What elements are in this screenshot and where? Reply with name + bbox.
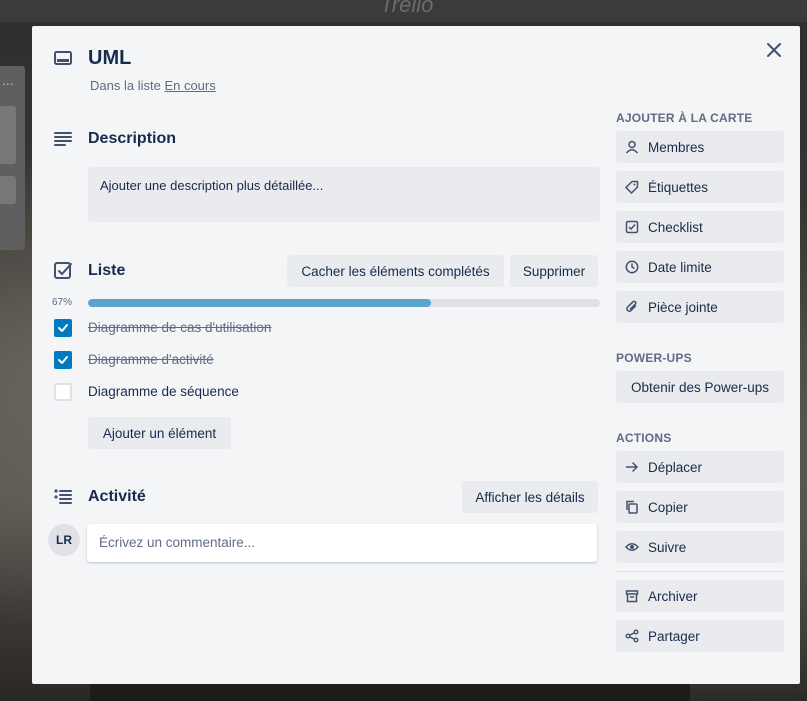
- share-label: Partager: [648, 628, 700, 644]
- description-icon: [52, 128, 74, 150]
- user-icon: [624, 139, 640, 155]
- checklist-progress-percent: 67%: [52, 297, 73, 308]
- checkbox-icon: [624, 219, 640, 235]
- checklist-progress-fill: [88, 299, 432, 307]
- board-background-bottom: [90, 684, 690, 701]
- copy-label: Copier: [648, 499, 688, 515]
- due-date-label: Date limite: [648, 259, 712, 275]
- comment-input[interactable]: Écrivez un commentaire...: [87, 524, 597, 562]
- move-button[interactable]: Déplacer: [616, 451, 784, 483]
- archive-button[interactable]: Archiver: [616, 580, 784, 612]
- delete-checklist-button[interactable]: Supprimer: [510, 255, 598, 287]
- list-menu-icon: ...: [2, 72, 14, 88]
- actions-divider: [616, 571, 784, 572]
- members-label: Membres: [648, 139, 705, 155]
- members-button[interactable]: Membres: [616, 131, 784, 163]
- checklist-button[interactable]: Checklist: [616, 211, 784, 243]
- powerups-heading: POWER-UPS: [616, 351, 692, 365]
- card-icon: [52, 48, 74, 70]
- actions-heading: ACTIONS: [616, 431, 672, 445]
- trello-logo: Trello: [380, 0, 434, 17]
- checklist-item-checkbox[interactable]: [54, 383, 72, 401]
- labels-label: Étiquettes: [648, 179, 709, 195]
- checklist-item[interactable]: Diagramme de cas d'utilisation: [88, 320, 271, 335]
- card-list-info: Dans la liste En cours: [90, 78, 216, 93]
- tag-icon: [624, 179, 640, 195]
- checklist-progress-bar: [88, 299, 600, 307]
- share-button[interactable]: Partager: [616, 620, 784, 652]
- watch-label: Suivre: [648, 539, 687, 555]
- close-icon: [767, 43, 781, 57]
- labels-button[interactable]: Étiquettes: [616, 171, 784, 203]
- avatar[interactable]: LR: [48, 524, 80, 556]
- archive-icon: [624, 588, 640, 604]
- checklist-item[interactable]: Diagramme d'activité: [88, 352, 214, 367]
- check-icon: [58, 356, 68, 364]
- checklist-item-checkbox[interactable]: [54, 319, 72, 337]
- description-input[interactable]: Ajouter une description plus détaillée..…: [88, 167, 600, 222]
- background-card: [0, 176, 16, 204]
- archive-label: Archiver: [648, 588, 698, 604]
- close-button[interactable]: [760, 36, 788, 64]
- background-card: [0, 106, 16, 164]
- attachment-label: Pièce jointe: [648, 299, 718, 315]
- add-item-button[interactable]: Ajouter un élément: [88, 417, 231, 449]
- check-icon: [58, 324, 68, 332]
- checklist-label: Checklist: [648, 219, 703, 235]
- move-label: Déplacer: [648, 459, 703, 475]
- paperclip-icon: [624, 299, 640, 315]
- eye-icon: [624, 539, 640, 555]
- add-to-card-heading: AJOUTER À LA CARTE: [616, 111, 753, 125]
- show-details-button[interactable]: Afficher les détails: [462, 481, 598, 513]
- share-icon: [624, 628, 640, 644]
- list-prefix: Dans la liste: [90, 78, 161, 93]
- activity-icon: [52, 486, 74, 508]
- get-powerups-button[interactable]: Obtenir des Power-ups: [616, 371, 784, 403]
- watch-button[interactable]: Suivre: [616, 531, 784, 563]
- activity-heading: Activité: [88, 488, 146, 505]
- list-link[interactable]: En cours: [164, 78, 215, 93]
- copy-icon: [624, 499, 640, 515]
- description-heading: Description: [88, 130, 177, 147]
- due-date-button[interactable]: Date limite: [616, 251, 784, 283]
- arrow-right-icon: [624, 459, 640, 475]
- card-title[interactable]: UML: [88, 47, 131, 70]
- copy-button[interactable]: Copier: [616, 491, 784, 523]
- card-detail-modal: UML Dans la liste En cours Description A…: [32, 26, 800, 684]
- checklist-heading[interactable]: Liste: [88, 262, 125, 280]
- attachment-button[interactable]: Pièce jointe: [616, 291, 784, 323]
- checklist-item[interactable]: Diagramme de séquence: [88, 384, 239, 399]
- checklist-icon: [52, 260, 74, 282]
- hide-completed-button[interactable]: Cacher les éléments complétés: [287, 255, 504, 287]
- checklist-item-checkbox[interactable]: [54, 351, 72, 369]
- clock-icon: [624, 259, 640, 275]
